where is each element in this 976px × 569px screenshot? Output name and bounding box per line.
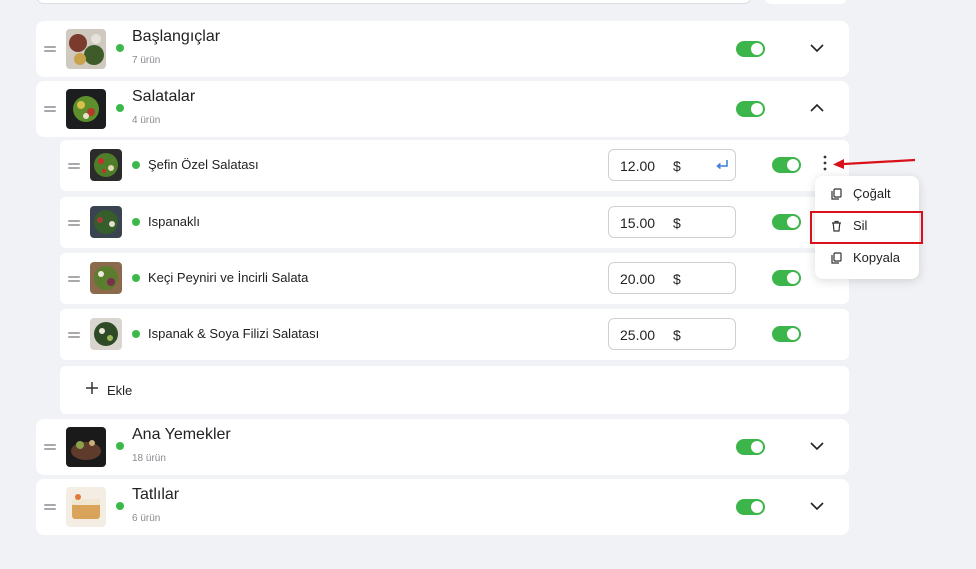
visibility-toggle[interactable] bbox=[772, 214, 801, 230]
drag-handle-icon[interactable] bbox=[68, 220, 80, 226]
status-dot bbox=[132, 161, 140, 169]
menu-item-label: Kopyala bbox=[853, 250, 900, 265]
visibility-toggle[interactable] bbox=[736, 41, 765, 57]
enter-icon[interactable] bbox=[715, 159, 729, 171]
price-input[interactable]: 20.00 $ bbox=[608, 262, 736, 294]
status-dot bbox=[132, 274, 140, 282]
category-row-salatalar[interactable]: Salatalar 4 ürün bbox=[36, 81, 849, 137]
menu-item-duplicate[interactable]: Çoğalt bbox=[815, 181, 919, 207]
plus-icon bbox=[86, 382, 98, 394]
list-item[interactable]: Ispanak & Soya Filizi Salatası 25.00 $ bbox=[60, 309, 849, 360]
category-count: 4 ürün bbox=[132, 115, 161, 126]
search-input[interactable] bbox=[36, 0, 752, 4]
visibility-toggle[interactable] bbox=[772, 157, 801, 173]
category-row-ana-yemekler[interactable]: Ana Yemekler 18 ürün bbox=[36, 419, 849, 475]
category-title: Tatlılar bbox=[132, 486, 180, 503]
drag-handle-icon[interactable] bbox=[68, 332, 80, 338]
status-dot bbox=[116, 442, 124, 450]
add-item-button[interactable]: Ekle bbox=[60, 366, 849, 414]
currency-symbol: $ bbox=[673, 215, 681, 231]
chevron-down-icon[interactable] bbox=[808, 497, 826, 515]
visibility-toggle[interactable] bbox=[772, 326, 801, 342]
category-image bbox=[66, 487, 106, 527]
status-dot bbox=[132, 330, 140, 338]
list-item[interactable]: Keçi Peyniri ve İncirli Salata 20.00 $ bbox=[60, 253, 849, 304]
category-image bbox=[66, 29, 106, 69]
visibility-toggle[interactable] bbox=[736, 439, 765, 455]
status-dot bbox=[116, 502, 124, 510]
drag-handle-icon[interactable] bbox=[44, 46, 56, 52]
chevron-down-icon[interactable] bbox=[808, 39, 826, 57]
price-value: 15.00 bbox=[620, 215, 656, 231]
copy-icon bbox=[831, 188, 842, 200]
menu-item-copy[interactable]: Kopyala bbox=[815, 245, 919, 271]
visibility-toggle[interactable] bbox=[736, 499, 765, 515]
chevron-up-icon[interactable] bbox=[808, 99, 826, 117]
list-item[interactable]: Ispanaklı 15.00 $ bbox=[60, 197, 849, 248]
visibility-toggle[interactable] bbox=[772, 270, 801, 286]
status-dot bbox=[116, 44, 124, 52]
item-image bbox=[90, 318, 122, 350]
item-name: Keçi Peyniri ve İncirli Salata bbox=[148, 270, 309, 285]
drag-handle-icon[interactable] bbox=[44, 504, 56, 510]
drag-handle-icon[interactable] bbox=[44, 444, 56, 450]
item-image bbox=[90, 262, 122, 294]
price-value: 25.00 bbox=[620, 327, 656, 343]
item-name: Ispanaklı bbox=[148, 214, 201, 229]
price-input[interactable]: 12.00 $ bbox=[608, 149, 736, 181]
currency-symbol: $ bbox=[673, 327, 681, 343]
status-dot bbox=[116, 104, 124, 112]
category-title: Başlangıçlar bbox=[132, 28, 221, 45]
price-value: 12.00 bbox=[620, 158, 656, 174]
category-row-tatlilar[interactable]: Tatlılar 6 ürün bbox=[36, 479, 849, 535]
category-row-baslangiclar[interactable]: Başlangıçlar 7 ürün bbox=[36, 21, 849, 77]
item-name: Ispanak & Soya Filizi Salatası bbox=[148, 326, 320, 341]
item-name: Şefin Özel Salatası bbox=[148, 157, 259, 172]
item-image bbox=[90, 149, 122, 181]
add-label: Ekle bbox=[107, 383, 133, 398]
annotation-highlight-box bbox=[810, 211, 923, 244]
category-count: 18 ürün bbox=[132, 453, 166, 464]
drag-handle-icon[interactable] bbox=[68, 276, 80, 282]
list-item[interactable]: Şefin Özel Salatası 12.00 $ bbox=[60, 140, 849, 191]
category-count: 6 ürün bbox=[132, 513, 161, 524]
menu-item-label: Çoğalt bbox=[853, 186, 891, 201]
price-value: 20.00 bbox=[620, 271, 656, 287]
status-dot bbox=[132, 218, 140, 226]
chevron-down-icon[interactable] bbox=[808, 437, 826, 455]
category-title: Salatalar bbox=[132, 88, 196, 105]
currency-symbol: $ bbox=[673, 271, 681, 287]
visibility-toggle[interactable] bbox=[736, 101, 765, 117]
copy-icon bbox=[831, 252, 842, 264]
price-input[interactable]: 15.00 $ bbox=[608, 206, 736, 238]
category-title: Ana Yemekler bbox=[132, 426, 231, 443]
annotation-arrow-icon bbox=[833, 158, 916, 169]
category-image bbox=[66, 427, 106, 467]
price-input[interactable]: 25.00 $ bbox=[608, 318, 736, 350]
category-image bbox=[66, 89, 106, 129]
drag-handle-icon[interactable] bbox=[68, 163, 80, 169]
currency-symbol: $ bbox=[673, 158, 681, 174]
drag-handle-icon[interactable] bbox=[44, 106, 56, 112]
top-action-button[interactable] bbox=[764, 0, 848, 4]
item-image bbox=[90, 206, 122, 238]
more-options-icon[interactable] bbox=[820, 154, 830, 172]
category-count: 7 ürün bbox=[132, 55, 161, 66]
